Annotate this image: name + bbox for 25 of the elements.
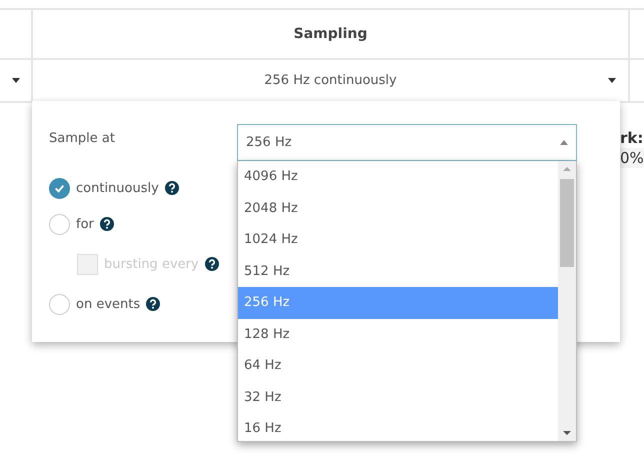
radio-button[interactable] bbox=[49, 178, 70, 198]
dropdown-option[interactable]: 64 Hz bbox=[238, 350, 558, 382]
caret-icon[interactable] bbox=[12, 78, 20, 83]
help-icon[interactable] bbox=[164, 181, 179, 195]
radio-button[interactable] bbox=[49, 294, 70, 314]
option-label: continuously bbox=[76, 180, 159, 196]
dropdown-option[interactable]: 128 Hz bbox=[238, 318, 558, 350]
dropdown-option[interactable]: 32 Hz bbox=[238, 382, 558, 413]
field-label: Sample at bbox=[49, 131, 115, 146]
dropdown-option[interactable]: 2048 Hz bbox=[238, 192, 558, 224]
partial-text: 0% bbox=[620, 148, 644, 168]
dropdown-option[interactable]: 512 Hz bbox=[238, 256, 558, 287]
help-icon[interactable] bbox=[204, 257, 219, 271]
dropdown-option[interactable]: 1024 Hz bbox=[238, 224, 558, 256]
radio-button[interactable] bbox=[49, 214, 70, 234]
dropdown-option[interactable]: 4096 Hz bbox=[238, 161, 558, 192]
option-label: on events bbox=[76, 296, 140, 312]
help-icon[interactable] bbox=[146, 297, 160, 311]
dropdown-option[interactable]: 16 Hz bbox=[238, 413, 558, 444]
rate-select[interactable]: 256 Hz bbox=[237, 124, 577, 161]
scrollbar[interactable] bbox=[558, 161, 576, 441]
caret-icon[interactable] bbox=[608, 78, 616, 83]
help-icon[interactable] bbox=[100, 217, 114, 231]
column-header: Sampling bbox=[294, 26, 368, 42]
option-label: for bbox=[76, 216, 94, 232]
